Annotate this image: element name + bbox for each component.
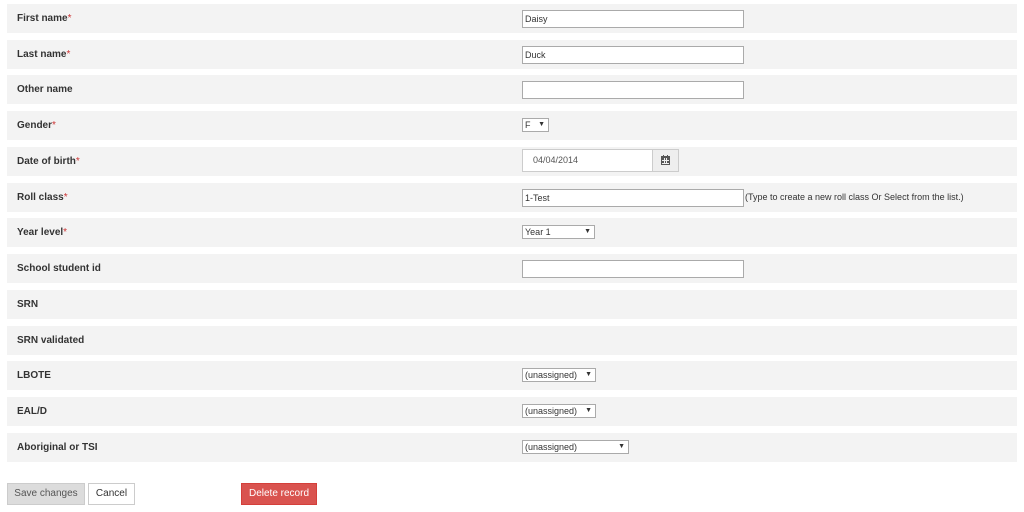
aboriginal-tsi-label: Aboriginal or TSI (17, 442, 98, 453)
delete-record-button[interactable]: Delete record (241, 483, 317, 505)
lbote-label: LBOTE (17, 370, 51, 381)
required-marker: * (52, 120, 56, 131)
eald-row: EAL/D (unassigned) ▼ (7, 397, 1017, 426)
dropdown-caret-icon: ▼ (585, 371, 592, 378)
aboriginal-tsi-select[interactable]: (unassigned) ▼ (522, 440, 629, 454)
last-name-label: Last name* (17, 49, 71, 60)
school-student-id-input[interactable] (522, 260, 744, 278)
aboriginal-tsi-select-value: (unassigned) (525, 442, 578, 452)
roll-class-input[interactable] (522, 189, 744, 207)
date-of-birth-row: Date of birth* 04/04/2014 (7, 147, 1017, 176)
date-of-birth-value: 04/04/2014 (533, 155, 579, 165)
dropdown-caret-icon: ▼ (618, 443, 625, 450)
roll-class-hint: (Type to create a new roll class Or Sele… (745, 192, 964, 202)
required-marker: * (66, 49, 71, 60)
lbote-row: LBOTE (unassigned) ▼ (7, 361, 1017, 390)
other-name-row: Other name (7, 75, 1017, 104)
year-level-label: Year level* (17, 227, 68, 238)
roll-class-row: Roll class* (Type to create a new roll c… (7, 183, 1017, 212)
last-name-row: Last name* (7, 40, 1017, 69)
year-level-row: Year level* Year 1 ▼ (7, 218, 1017, 247)
srn-row: SRN (7, 290, 1017, 319)
gender-select[interactable]: F ▼ (522, 118, 549, 132)
srn-label: SRN (17, 299, 39, 310)
other-name-input[interactable] (522, 81, 744, 99)
year-level-select-value: Year 1 (525, 227, 551, 237)
school-student-id-row: School student id (7, 254, 1017, 283)
gender-label: Gender* (17, 120, 56, 131)
date-of-birth-input[interactable]: 04/04/2014 (522, 149, 679, 172)
date-of-birth-label: Date of birth* (17, 156, 80, 167)
srn-validated-label: SRN validated (17, 335, 85, 346)
required-marker: * (67, 13, 72, 24)
gender-select-value: F (525, 120, 531, 130)
year-level-select[interactable]: Year 1 ▼ (522, 225, 595, 239)
dropdown-caret-icon: ▼ (538, 121, 545, 128)
first-name-label: First name* (17, 13, 72, 24)
roll-class-label: Roll class* (17, 192, 68, 203)
dropdown-caret-icon: ▼ (585, 407, 592, 414)
dropdown-caret-icon: ▼ (584, 228, 591, 235)
lbote-select-value: (unassigned) (525, 370, 578, 380)
aboriginal-tsi-row: Aboriginal or TSI (unassigned) ▼ (7, 433, 1017, 462)
gender-row: Gender* F ▼ (7, 111, 1017, 140)
lbote-select[interactable]: (unassigned) ▼ (522, 368, 596, 382)
required-marker: * (63, 192, 68, 203)
calendar-icon (661, 155, 670, 165)
cancel-button[interactable]: Cancel (88, 483, 135, 505)
eald-select-value: (unassigned) (525, 406, 578, 416)
required-marker: * (63, 227, 68, 238)
last-name-input[interactable] (522, 46, 744, 64)
save-changes-button[interactable]: Save changes (7, 483, 85, 505)
srn-validated-row: SRN validated (7, 326, 1017, 355)
student-record-form: First name* Last name* Other name Gender… (0, 0, 1024, 512)
first-name-row: First name* (7, 4, 1017, 33)
other-name-label: Other name (17, 84, 73, 95)
eald-select[interactable]: (unassigned) ▼ (522, 404, 596, 418)
first-name-input[interactable] (522, 10, 744, 28)
eald-label: EAL/D (17, 406, 47, 417)
school-student-id-label: School student id (17, 263, 101, 274)
calendar-button[interactable] (652, 150, 678, 171)
required-marker: * (75, 156, 80, 167)
